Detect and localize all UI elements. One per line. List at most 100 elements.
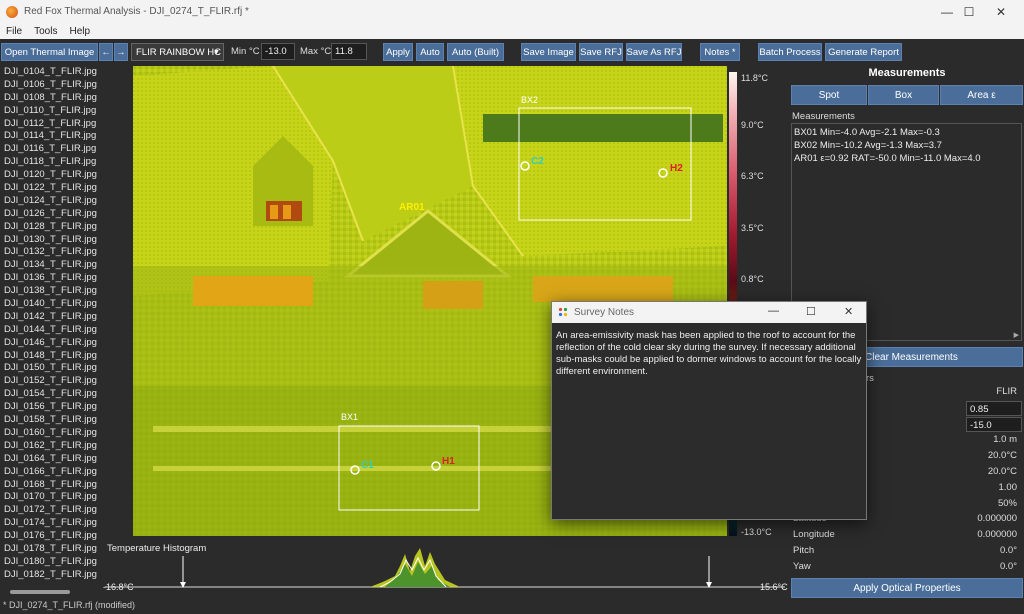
emissivity-input[interactable]: 0.85: [966, 401, 1022, 416]
file-list-item[interactable]: DJI_0118_T_FLIR.jpg: [0, 156, 100, 169]
auto-built-button[interactable]: Auto (Built): [447, 43, 504, 61]
box-tool-button[interactable]: Box: [868, 85, 939, 105]
file-list-item[interactable]: DJI_0144_T_FLIR.jpg: [0, 324, 100, 337]
min-temp-input[interactable]: -13.0: [261, 43, 295, 60]
file-list-item[interactable]: DJI_0158_T_FLIR.jpg: [0, 414, 100, 427]
file-list-item[interactable]: DJI_0112_T_FLIR.jpg: [0, 118, 100, 131]
pitch-value[interactable]: 0.0°: [1000, 545, 1017, 556]
measurement-row[interactable]: BX02 Min=-10.2 Avg=-1.3 Max=3.7: [794, 139, 1019, 152]
app-logo-icon: [6, 6, 18, 18]
generate-report-button[interactable]: Generate Report: [825, 43, 902, 61]
file-list-item[interactable]: DJI_0166_T_FLIR.jpg: [0, 466, 100, 479]
file-list-item[interactable]: DJI_0138_T_FLIR.jpg: [0, 285, 100, 298]
temperature-histogram[interactable]: Temperature Histogram -16.8°C 15.6°C: [100, 536, 790, 592]
spot-tool-button[interactable]: Spot: [791, 85, 867, 105]
file-list-item[interactable]: DJI_0168_T_FLIR.jpg: [0, 479, 100, 492]
file-list-item[interactable]: DJI_0126_T_FLIR.jpg: [0, 208, 100, 221]
next-image-button[interactable]: →: [114, 43, 128, 61]
save-image-button[interactable]: Save Image: [521, 43, 576, 61]
dialog-maximize-button[interactable]: ☐: [806, 305, 816, 318]
file-list-item[interactable]: DJI_0132_T_FLIR.jpg: [0, 246, 100, 259]
value1-value[interactable]: 1.00: [999, 482, 1018, 493]
file-list-item[interactable]: DJI_0162_T_FLIR.jpg: [0, 440, 100, 453]
file-list-item[interactable]: DJI_0116_T_FLIR.jpg: [0, 143, 100, 156]
max-temp-input[interactable]: 11.8: [331, 43, 367, 60]
file-list-item[interactable]: DJI_0122_T_FLIR.jpg: [0, 182, 100, 195]
temp1-value[interactable]: 20.0°C: [988, 450, 1017, 461]
colorbar-tick: 6.3°C: [741, 171, 764, 181]
notes-app-icon: [558, 307, 568, 317]
file-list-item[interactable]: DJI_0182_T_FLIR.jpg: [0, 569, 100, 582]
file-list-item[interactable]: DJI_0174_T_FLIR.jpg: [0, 517, 100, 530]
colorbar-tick: 11.8°C: [741, 73, 768, 83]
file-list-item[interactable]: DJI_0106_T_FLIR.jpg: [0, 79, 100, 92]
apply-button[interactable]: Apply: [383, 43, 413, 61]
measurement-row[interactable]: AR01 ε=0.92 RAT=-50.0 Min=-11.0 Max=4.0: [794, 152, 1019, 165]
file-list-item[interactable]: DJI_0178_T_FLIR.jpg: [0, 543, 100, 556]
colorbar-tick: 0.8°C: [741, 274, 764, 284]
file-list-item[interactable]: DJI_0170_T_FLIR.jpg: [0, 491, 100, 504]
file-list-item[interactable]: DJI_0148_T_FLIR.jpg: [0, 350, 100, 363]
file-list-item[interactable]: DJI_0104_T_FLIR.jpg: [0, 66, 100, 79]
humidity-value[interactable]: 50%: [998, 498, 1017, 509]
file-list-item[interactable]: DJI_0114_T_FLIR.jpg: [0, 130, 100, 143]
yaw-value[interactable]: 0.0°: [1000, 561, 1017, 572]
menu-help[interactable]: Help: [69, 26, 90, 37]
file-list-item[interactable]: DJI_0130_T_FLIR.jpg: [0, 234, 100, 247]
menu-tools[interactable]: Tools: [34, 26, 57, 37]
dialog-close-button[interactable]: ✕: [844, 305, 853, 318]
area-tool-button[interactable]: Area ε: [940, 85, 1023, 105]
pitch-row: Pitch 0.0°: [791, 545, 1021, 560]
file-list-item[interactable]: DJI_0128_T_FLIR.jpg: [0, 221, 100, 234]
file-list-item[interactable]: DJI_0136_T_FLIR.jpg: [0, 272, 100, 285]
open-thermal-image-button[interactable]: Open Thermal Image: [1, 43, 98, 61]
close-button[interactable]: ✕: [978, 0, 1024, 24]
palette-select[interactable]: FLIR RAINBOW HC ▼: [131, 43, 224, 61]
file-list-item[interactable]: DJI_0124_T_FLIR.jpg: [0, 195, 100, 208]
distance-value[interactable]: 1.0 m: [993, 434, 1017, 445]
batch-process-button[interactable]: Batch Process: [758, 43, 822, 61]
menu-file[interactable]: File: [6, 26, 22, 37]
scroll-right-icon[interactable]: ▶: [1014, 331, 1019, 339]
spot-label-h1: H1: [442, 456, 455, 467]
spot-label-c2: C2: [531, 156, 544, 167]
palette-value: FLIR RAINBOW HC: [136, 46, 221, 58]
file-list-item[interactable]: DJI_0180_T_FLIR.jpg: [0, 556, 100, 569]
reflected-temp-input[interactable]: -15.0: [966, 417, 1022, 432]
file-list-item[interactable]: DJI_0176_T_FLIR.jpg: [0, 530, 100, 543]
file-list-item[interactable]: DJI_0108_T_FLIR.jpg: [0, 92, 100, 105]
file-list-item[interactable]: DJI_0146_T_FLIR.jpg: [0, 337, 100, 350]
notes-button[interactable]: Notes *: [700, 43, 740, 61]
file-list-item[interactable]: DJI_0110_T_FLIR.jpg: [0, 105, 100, 118]
measurement-row[interactable]: BX01 Min=-4.0 Avg=-2.1 Max=-0.3: [794, 126, 1019, 139]
save-as-rfj-button[interactable]: Save As RFJ: [626, 43, 682, 61]
file-list-item[interactable]: DJI_0172_T_FLIR.jpg: [0, 504, 100, 517]
longitude-row: Longitude 0.000000: [791, 529, 1021, 544]
save-rfj-button[interactable]: Save RFJ: [579, 43, 623, 61]
file-list-item[interactable]: DJI_0160_T_FLIR.jpg: [0, 427, 100, 440]
file-list[interactable]: DJI_0104_T_FLIR.jpg DJI_0106_T_FLIR.jpg DJ…: [0, 66, 100, 590]
file-list-item[interactable]: DJI_0140_T_FLIR.jpg: [0, 298, 100, 311]
area-label-ar01: AR01: [399, 202, 425, 213]
longitude-value[interactable]: 0.000000: [977, 529, 1017, 540]
optical-params-header: rs: [866, 373, 874, 384]
file-list-item[interactable]: DJI_0164_T_FLIR.jpg: [0, 453, 100, 466]
file-list-scrollbar[interactable]: [10, 590, 70, 594]
yaw-label: Yaw: [793, 561, 811, 572]
latitude-value[interactable]: 0.000000: [977, 513, 1017, 524]
apply-optical-properties-button[interactable]: Apply Optical Properties: [791, 578, 1023, 598]
file-list-item[interactable]: DJI_0120_T_FLIR.jpg: [0, 169, 100, 182]
file-list-item[interactable]: DJI_0156_T_FLIR.jpg: [0, 401, 100, 414]
file-list-item[interactable]: DJI_0150_T_FLIR.jpg: [0, 362, 100, 375]
auto-button[interactable]: Auto: [416, 43, 444, 61]
file-list-item[interactable]: DJI_0152_T_FLIR.jpg: [0, 375, 100, 388]
temp2-value[interactable]: 20.0°C: [988, 466, 1017, 477]
dialog-minimize-button[interactable]: —: [768, 305, 779, 317]
file-list-item[interactable]: DJI_0142_T_FLIR.jpg: [0, 311, 100, 324]
dialog-notes-text[interactable]: An area-emissivity mask has been applied…: [556, 330, 862, 378]
file-list-item[interactable]: DJI_0134_T_FLIR.jpg: [0, 259, 100, 272]
file-list-item[interactable]: DJI_0154_T_FLIR.jpg: [0, 388, 100, 401]
box-label-bx2: BX2: [521, 95, 539, 105]
previous-image-button[interactable]: ←: [99, 43, 113, 61]
dialog-title: Survey Notes: [574, 307, 635, 318]
